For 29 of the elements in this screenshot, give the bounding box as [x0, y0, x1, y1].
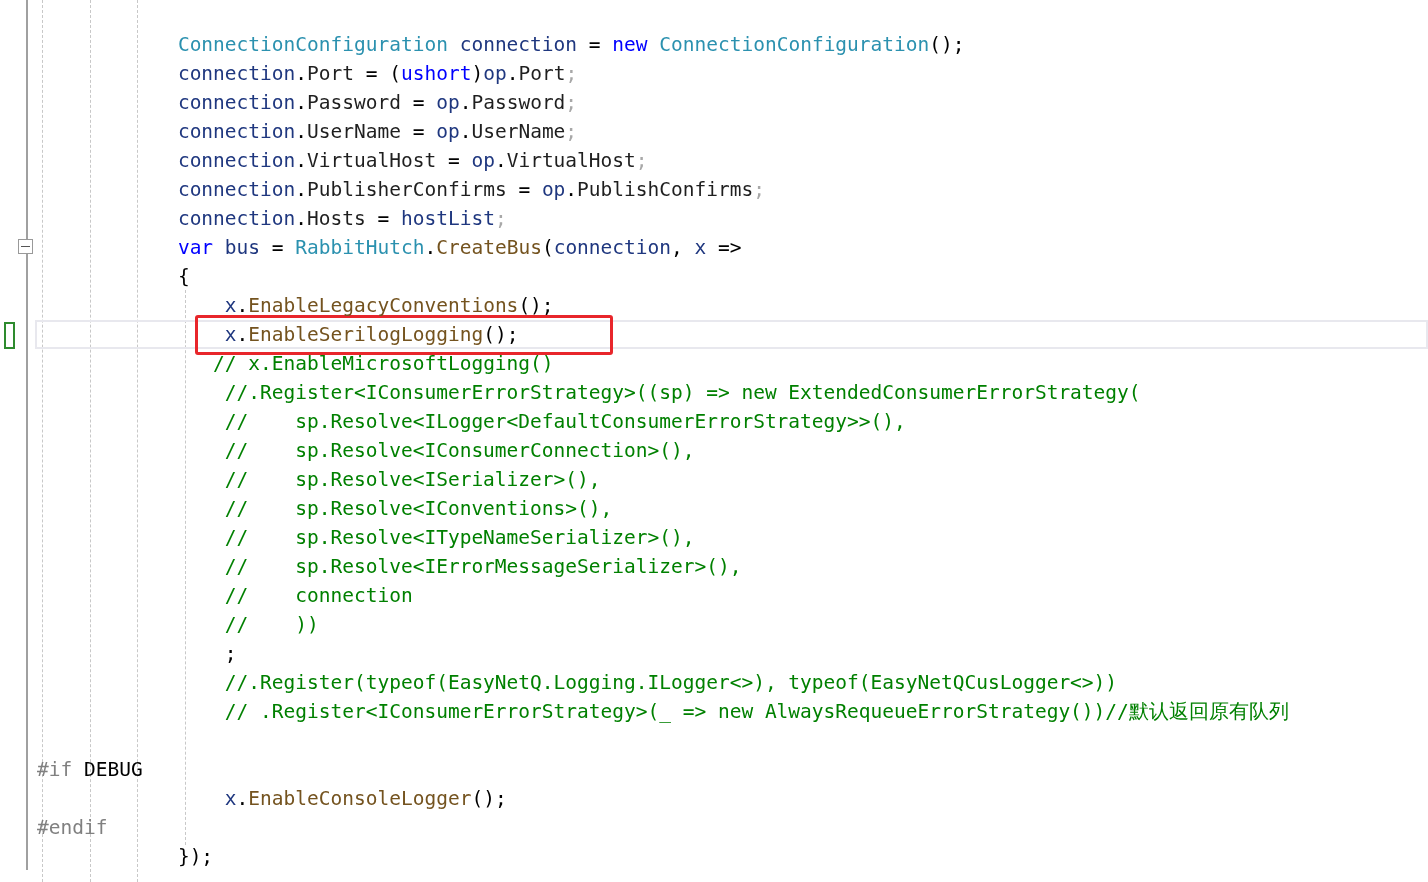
code-line: // sp.Resolve<IConventions>(), — [224, 496, 613, 522]
code-line: connection.UserName = op.UserName; — [177, 119, 578, 145]
collapse-icon[interactable] — [18, 239, 33, 254]
code-line: #if DEBUG — [37, 757, 143, 783]
code-line: connection.Hosts = hostList; — [177, 206, 507, 232]
code-line: }); — [177, 844, 214, 870]
code-line: { — [177, 264, 190, 290]
code-line: connection.Port = (ushort)op.Port; — [177, 61, 578, 87]
code-line: x.EnableLegacyConventions(); — [224, 293, 554, 319]
code-line: connection.Password = op.Password; — [177, 90, 578, 116]
code-line: // sp.Resolve<ITypeNameSerializer>(), — [224, 525, 695, 551]
code-line: // sp.Resolve<ISerializer>(), — [224, 467, 601, 493]
code-line: // )) — [224, 612, 319, 638]
code-line: // .Register<IConsumerErrorStrategy>(_ => new AlwaysRequeueErrorStrategy())//默认返回原有队列 — [224, 699, 1289, 725]
code-line: var bus = RabbitHutch.CreateBus(connection, x => — [177, 235, 742, 261]
code-line: // sp.Resolve<IConsumerConnection>(), — [224, 438, 695, 464]
code-line: // connection — [224, 583, 413, 609]
code-line: // x.EnableMicrosoftLogging() — [213, 351, 554, 377]
code-line: x.EnableConsoleLogger(); — [224, 786, 507, 812]
code-line: ; — [224, 641, 237, 667]
code-line: #endif — [37, 815, 108, 841]
code-line: //.Register<IConsumerErrorStrategy>((sp) => new ExtendedConsumerErrorStrategy( — [224, 380, 1141, 406]
code-line: //.Register(typeof(EasyNetQ.Logging.ILogger<>), typeof(EasyNetQCusLogger<>)) — [224, 670, 1118, 696]
code-line: // sp.Resolve<IErrorMessageSerializer>(), — [224, 554, 742, 580]
code-line: x.EnableSerilogLogging(); — [224, 322, 519, 346]
code-line: ConnectionConfiguration connection = new ConnectionConfiguration(); — [177, 32, 965, 58]
code-line: connection.VirtualHost = op.VirtualHost; — [177, 148, 648, 174]
code-line: connection.PublisherConfirms = op.PublishConfirms; — [177, 177, 765, 203]
code-line: // sp.Resolve<ILogger<DefaultConsumerErrorStrategy>>(), — [224, 409, 906, 435]
